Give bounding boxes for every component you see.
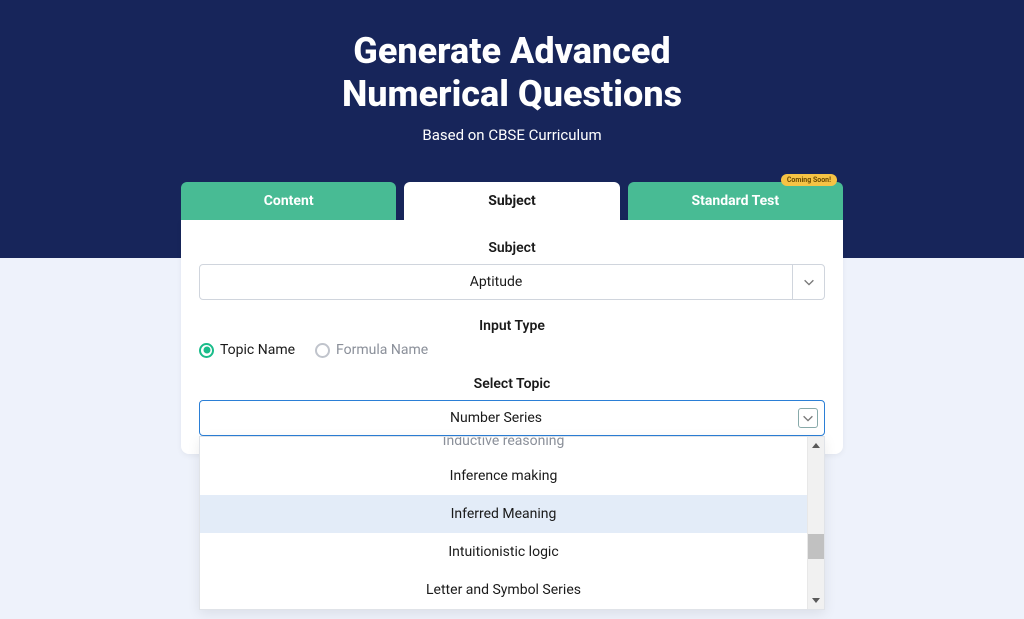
coming-soon-badge: Coming Soon!: [781, 174, 837, 186]
radio-icon: [199, 343, 214, 358]
select-topic[interactable]: Number Series: [199, 400, 825, 436]
chevron-down-icon: [802, 275, 816, 289]
select-topic-label: Select Topic: [199, 376, 825, 392]
tab-content[interactable]: Content: [181, 182, 396, 220]
dropdown-scrollbar[interactable]: [807, 437, 824, 609]
tab-subject-label: Subject: [488, 193, 536, 209]
list-item[interactable]: Inferred Meaning: [200, 495, 807, 533]
tab-standard-test[interactable]: Standard Test Coming Soon!: [628, 182, 843, 220]
radio-icon: [315, 343, 330, 358]
list-item[interactable]: Intuitionistic logic: [200, 533, 807, 571]
subject-label: Subject: [199, 240, 825, 256]
topic-options: Inductive reasoning Inference making Inf…: [200, 437, 807, 609]
scroll-down-button[interactable]: [808, 592, 824, 609]
arrow-up-icon: [812, 443, 820, 448]
form-panel: Subject Aptitude Input Type Topic Name: [181, 220, 843, 454]
subject-select[interactable]: Aptitude: [199, 264, 825, 300]
select-topic-value: Number Series: [200, 410, 792, 426]
select-topic-wrapper: Number Series Inductive reasoning Infere…: [199, 400, 825, 436]
page-title: Generate Advanced Numerical Questions: [0, 30, 1024, 116]
radio-formula-label: Formula Name: [336, 342, 428, 358]
list-item[interactable]: Letter and Symbol Series: [200, 571, 807, 609]
subject-select-indicator: [792, 265, 824, 299]
radio-topic-name[interactable]: Topic Name: [199, 342, 295, 358]
topic-dropdown-list: Inductive reasoning Inference making Inf…: [199, 436, 825, 610]
tab-content-label: Content: [264, 193, 314, 209]
page-subtitle: Based on CBSE Curriculum: [0, 126, 1024, 144]
scroll-track[interactable]: [808, 454, 824, 592]
tab-subject[interactable]: Subject: [404, 182, 619, 220]
title-line-1: Generate Advanced: [353, 30, 670, 72]
radio-formula-name[interactable]: Formula Name: [315, 342, 428, 358]
hero-banner: Generate Advanced Numerical Questions Ba…: [0, 0, 1024, 258]
tab-standard-test-label: Standard Test: [692, 193, 780, 209]
title-line-2: Numerical Questions: [342, 73, 682, 115]
scroll-up-button[interactable]: [808, 437, 824, 454]
arrow-down-icon: [812, 598, 820, 603]
select-topic-indicator: [792, 401, 824, 435]
scroll-thumb[interactable]: [808, 534, 824, 559]
list-item[interactable]: Inference making: [200, 457, 807, 495]
subject-select-value: Aptitude: [200, 274, 792, 290]
list-item[interactable]: Inductive reasoning: [200, 437, 807, 457]
form-container: Content Subject Standard Test Coming Soo…: [181, 182, 843, 454]
chevron-down-icon: [801, 411, 815, 425]
input-type-label: Input Type: [199, 318, 825, 334]
form-inner: Subject Aptitude Input Type Topic Name: [181, 240, 843, 436]
input-type-radios: Topic Name Formula Name: [199, 342, 825, 358]
tab-bar: Content Subject Standard Test Coming Soo…: [181, 182, 843, 220]
radio-topic-label: Topic Name: [220, 342, 295, 358]
